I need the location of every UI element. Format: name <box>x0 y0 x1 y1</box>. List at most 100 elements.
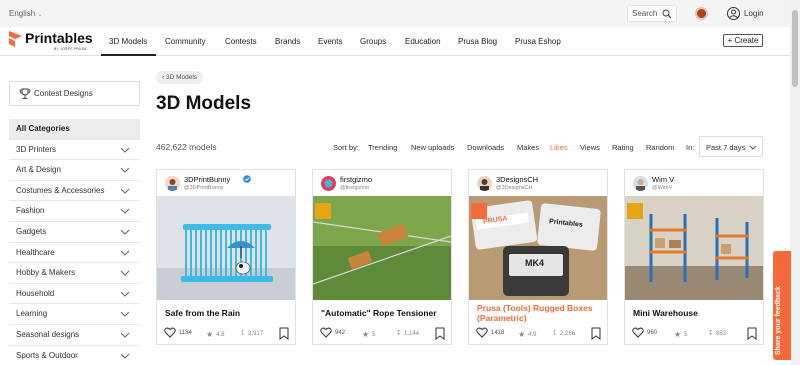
model-title[interactable]: "Automatic" Rope Tensioner <box>321 308 437 318</box>
category-hobby-makers[interactable]: Hobby & Makers <box>9 263 140 284</box>
category-label: Sports & Outdoor <box>16 350 78 360</box>
language-selector[interactable]: English ⌄ <box>9 9 43 18</box>
sort-trending[interactable]: Trending <box>368 143 397 152</box>
rating-value: 5 <box>684 331 688 338</box>
category-label: 3D Printers <box>16 144 57 154</box>
chevron-down-icon <box>120 291 130 297</box>
bookmark-icon[interactable] <box>747 327 757 340</box>
author-name: 3DesignsCH <box>496 175 539 184</box>
category-healthcare[interactable]: Healthcare <box>9 242 140 264</box>
scrollbar-thumb[interactable] <box>792 10 798 87</box>
sort-likes[interactable]: Likes <box>550 143 568 152</box>
nav-community[interactable]: Community <box>165 37 205 46</box>
category-art-design[interactable]: Art & Design <box>9 160 140 181</box>
bookmark-icon[interactable] <box>279 327 289 340</box>
sort-random[interactable]: Random <box>646 143 674 152</box>
nav-education[interactable]: Education <box>405 37 441 46</box>
bookmark-icon[interactable] <box>435 327 445 340</box>
like-button[interactable]: 960 <box>632 327 657 338</box>
like-button[interactable]: 1184 <box>164 327 192 338</box>
nav-brands[interactable]: Brands <box>275 37 300 46</box>
model-thumbnail[interactable] <box>157 196 295 300</box>
model-thumbnail[interactable] <box>625 196 763 300</box>
contest-designs-button[interactable]: Contest Designs <box>9 81 140 106</box>
login-button[interactable]: Login <box>727 7 764 20</box>
nav-contests[interactable]: Contests <box>225 37 257 46</box>
chevron-down-icon <box>120 209 130 215</box>
category-fashion[interactable]: Fashion <box>9 201 140 222</box>
chevron-down-icon <box>120 167 130 173</box>
create-button[interactable]: + Create <box>723 34 763 47</box>
chevron-down-icon <box>120 311 130 318</box>
card-author[interactable]: 3DPrintBunny @3DPrintBunny <box>163 174 293 196</box>
author-handle: @3DesignsCH <box>496 185 533 191</box>
model-thumbnail[interactable] <box>469 196 607 300</box>
category-label: Gadgets <box>16 226 47 236</box>
model-card[interactable]: 3DPrintBunny @3DPrintBunny Safe from the… <box>156 169 296 345</box>
card-stats: 960 ★ 5 ↧ 883 <box>632 327 758 341</box>
star-icon: ★ <box>518 330 526 339</box>
nav-prusa-blog[interactable]: Prusa Blog <box>458 37 497 46</box>
model-title[interactable]: Mini Warehouse <box>633 308 698 318</box>
category-all[interactable]: All Categories <box>9 119 140 140</box>
page-scrollbar[interactable] <box>790 0 800 365</box>
period-select[interactable]: Past 7 days <box>699 136 763 157</box>
nav-groups[interactable]: Groups <box>360 37 386 46</box>
card-author[interactable]: Wim V @WimV <box>631 174 761 196</box>
top-bar: English ⌄ Search Login <box>0 0 790 27</box>
rating: ★ 4.9 <box>518 330 537 339</box>
search-button[interactable]: Search <box>627 5 677 22</box>
category-costumes[interactable]: Costumes & Accessories <box>9 180 140 202</box>
model-title-line: Prusa (Tools) Rugged Boxes <box>477 303 593 313</box>
category-label: Costumes & Accessories <box>16 185 105 195</box>
card-stats: 1418 ★ 4.9 ↧ 2,266 <box>476 327 602 341</box>
sort-views[interactable]: Views <box>580 143 600 152</box>
sort-makes[interactable]: Makes <box>517 143 539 152</box>
model-card[interactable]: 3DesignsCH @3DesignsCH PRUSA Printables … <box>468 169 608 345</box>
language-label: English <box>9 9 36 18</box>
model-title[interactable]: Prusa (Tools) Rugged Boxes (Parametric) <box>477 303 593 323</box>
feedback-label: Share your feedback <box>775 286 782 355</box>
model-title[interactable]: Safe from the Rain <box>165 308 240 318</box>
like-button[interactable]: 942 <box>320 327 345 338</box>
nav-3d-models[interactable]: 3D Models <box>109 37 147 46</box>
model-card[interactable]: Wim V @WimV Mini Warehouse 960 ★ 5 ↧ 883 <box>624 169 764 345</box>
category-list: All Categories 3D Printers Art & Design … <box>9 119 140 365</box>
like-button[interactable]: 1418 <box>476 327 504 338</box>
category-label: Hobby & Makers <box>16 268 76 278</box>
category-learning[interactable]: Learning <box>9 304 140 325</box>
feedback-button[interactable]: Share your feedback <box>773 251 791 360</box>
breadcrumb[interactable]: ‹ 3D Models <box>156 71 204 84</box>
star-icon: ★ <box>362 330 370 339</box>
model-card[interactable]: firstgizmo @firstgizmo "Automatic" Rope … <box>312 169 452 345</box>
sort-downloads[interactable]: Downloads <box>467 143 504 152</box>
category-gadgets[interactable]: Gadgets <box>9 221 140 243</box>
like-count: 1184 <box>179 329 192 336</box>
download-icon: ↧ <box>396 331 402 337</box>
sort-by-label: Sort by: <box>333 143 359 152</box>
download-count: 2,266 <box>560 330 576 337</box>
printables-logo[interactable]: Printables BY JOSEF PRUSA <box>9 31 93 51</box>
chevron-down-icon <box>120 270 130 276</box>
sort-new-uploads[interactable]: New uploads <box>411 143 454 152</box>
search-label: Search <box>632 9 658 18</box>
category-label: Fashion <box>16 206 45 216</box>
region-flag-icon[interactable] <box>695 7 708 20</box>
bookmark-icon[interactable] <box>591 327 601 340</box>
rating-value: 4.8 <box>216 331 225 338</box>
category-3d-printers[interactable]: 3D Printers <box>9 139 140 161</box>
rating: ★ 5 <box>362 330 376 339</box>
card-author[interactable]: 3DesignsCH @3DesignsCH <box>475 174 605 196</box>
category-household[interactable]: Household <box>9 283 140 305</box>
category-sports-outdoor[interactable]: Sports & Outdoor <box>9 345 140 365</box>
model-thumbnail[interactable] <box>313 196 451 300</box>
category-seasonal[interactable]: Seasonal designs <box>9 324 140 346</box>
nav-active-indicator <box>101 54 156 56</box>
sort-rating[interactable]: Rating <box>612 143 634 152</box>
nav-prusa-eshop[interactable]: Prusa Eshop <box>515 37 561 46</box>
nav-events[interactable]: Events <box>318 37 342 46</box>
printables-logo-icon <box>9 31 22 47</box>
trophy-icon <box>19 88 31 99</box>
card-author[interactable]: firstgizmo @firstgizmo <box>319 174 449 196</box>
login-label: Login <box>744 9 764 18</box>
